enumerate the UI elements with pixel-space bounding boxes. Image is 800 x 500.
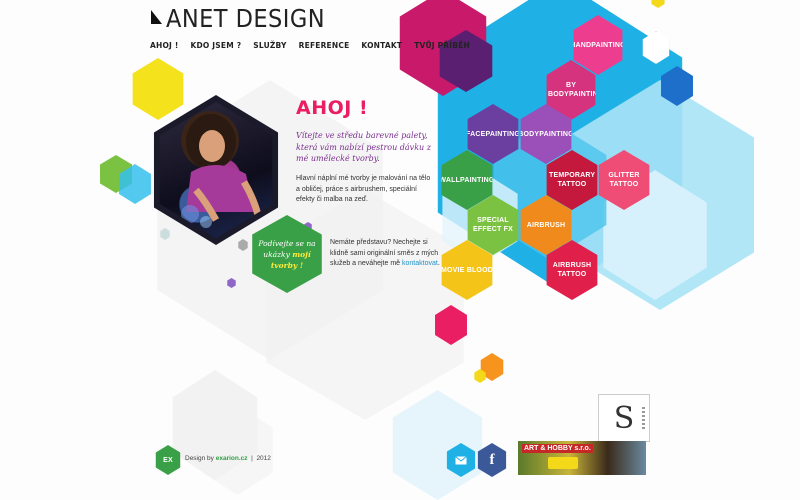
nav-item-tvuj-pribeh[interactable]: TVŮJ PŘÍBĚH — [414, 41, 470, 50]
mail-icon — [455, 455, 467, 464]
service-label: WALLPAINTING — [439, 176, 495, 184]
contact-prompt: Nemáte představu? Nechejte si klidně sam… — [330, 238, 440, 270]
partner-logo-2-graphic — [548, 457, 578, 469]
portfolio-cta-text[interactable]: Podívejte se na ukázky mojí tvorby ! — [252, 238, 322, 271]
contact-prompt-suffix: . — [437, 260, 440, 267]
intro-text: Vítejte ve středu barevné palety, která … — [296, 131, 431, 163]
cta-line-1: Podívejte se na — [258, 239, 316, 248]
partner-logo-1-letter: S — [613, 400, 635, 436]
service-label: SPECIAL EFFECT FX — [473, 217, 513, 233]
nav-item-kontakt[interactable]: KONTAKT — [361, 41, 402, 50]
service-label: AIRBRUSH — [526, 221, 566, 229]
partner-logo-1[interactable]: S — [598, 394, 650, 442]
cta-bold-word: mojí — [292, 250, 311, 259]
service-label: TEMPORARY TATTOO — [549, 172, 596, 188]
bg-hex-yellow — [651, 0, 665, 8]
nav-item-ahoj[interactable]: AHOJ ! — [150, 41, 178, 50]
service-label: HANDPAINTING — [570, 41, 626, 49]
main-nav: AHOJ ! KDO JSEM ? SLUŽBY REFERENCE KONTA… — [150, 41, 470, 50]
partner-logo-2-text: ART & HOBBY s.r.o. — [522, 444, 593, 453]
description-text: Hlavní náplní mé tvorby je malování na t… — [296, 175, 431, 203]
designer-link[interactable]: exarion.cz — [216, 455, 248, 462]
nav-item-sluzby[interactable]: SLUŽBY — [253, 41, 286, 50]
contact-link[interactable]: kontaktovat — [402, 260, 438, 267]
nav-item-reference[interactable]: REFERENCE — [299, 41, 350, 50]
service-label: FACEPAINTING — [466, 130, 520, 138]
nav-item-kdo-jsem[interactable]: KDO JSEM ? — [190, 41, 241, 50]
cta-line-2: ukázky — [263, 250, 290, 259]
facebook-icon: f — [489, 451, 495, 468]
partner-logo-1-caption — [642, 407, 645, 429]
service-label: MOVIE BLOOD — [441, 266, 493, 274]
partner-logo-2[interactable]: ART & HOBBY s.r.o. — [518, 441, 646, 475]
footer-credit: Design by exarion.cz | 2012 — [185, 455, 271, 462]
bg-hex-yellow — [132, 58, 184, 120]
page-title: AHOJ ! — [296, 97, 369, 119]
service-label: AIRBRUSH TATTOO — [552, 262, 592, 278]
designer-badge-text: EX — [163, 456, 173, 464]
footer-prefix: Design by — [185, 455, 216, 462]
logo-text: ANET DESIGN — [166, 4, 326, 33]
service-label: BODYPAINTING — [518, 130, 574, 138]
service-label: GLITTER TATTOO — [608, 172, 640, 188]
bg-hex-cyan — [392, 390, 483, 500]
footer-year: 2012 — [256, 455, 271, 462]
site-logo[interactable]: ANET DESIGN — [148, 4, 325, 33]
cta-line-3: tvorby ! — [270, 261, 304, 270]
service-label: BY BODYPAINTING — [548, 82, 604, 98]
